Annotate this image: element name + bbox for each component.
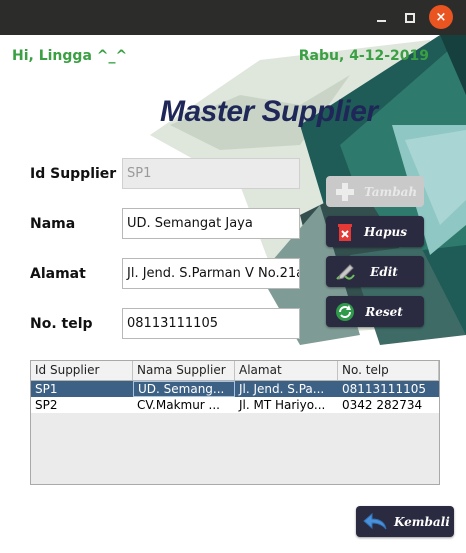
column-header[interactable]: No. telp (338, 361, 439, 380)
close-icon[interactable]: × (429, 5, 453, 29)
kembali-button[interactable]: Kembali (356, 506, 454, 537)
column-header[interactable]: Alamat (235, 361, 338, 380)
tambah-label: Tambah (364, 184, 418, 199)
table-cell: SP1 (35, 382, 58, 396)
pencil-icon (334, 261, 356, 283)
hapus-button[interactable]: Hapus (326, 216, 424, 247)
minimize-icon[interactable] (369, 6, 393, 30)
id-supplier-label: Id Supplier (30, 166, 117, 182)
table-row[interactable]: SP1 UD. Semang... Jl. Jend. S.Pa... 0811… (31, 381, 439, 397)
table-cell: 08113111105 (342, 382, 426, 396)
maximize-icon[interactable] (398, 6, 422, 30)
telp-field[interactable]: 08113111105 (122, 308, 300, 339)
refresh-icon (334, 301, 356, 323)
supplier-table[interactable]: Id Supplier Nama Supplier Alamat No. tel… (30, 360, 440, 485)
table-cell: Jl. MT Hariyo... (239, 398, 326, 412)
id-supplier-field: SP1 (122, 158, 300, 189)
tambah-button[interactable]: Tambah (326, 176, 424, 207)
alamat-label: Alamat (30, 266, 86, 282)
nama-label: Nama (30, 216, 76, 232)
column-header[interactable]: Nama Supplier (133, 361, 235, 380)
table-cell: UD. Semang... (133, 381, 235, 397)
alamat-field[interactable]: Jl. Jend. S.Parman V No.21a (122, 258, 300, 289)
table-header: Id Supplier Nama Supplier Alamat No. tel… (31, 361, 439, 381)
reset-button[interactable]: Reset (326, 296, 424, 327)
table-cell: Jl. Jend. S.Pa... (239, 382, 325, 396)
telp-label: No. telp (30, 316, 93, 332)
table-row[interactable]: SP2 CV.Makmur ... Jl. MT Hariyo... 0342 … (31, 397, 439, 413)
table-cell: CV.Makmur ... (137, 398, 220, 412)
table-cell: SP2 (35, 398, 58, 412)
back-arrow-icon (362, 511, 388, 533)
trash-icon (334, 221, 356, 243)
date-text: Rabu, 4-12-2019 (298, 48, 429, 64)
main-panel: Hi, Lingga ^_^ Rabu, 4-12-2019 Master Su… (0, 35, 466, 553)
nama-field[interactable]: UD. Semangat Jaya (122, 208, 300, 239)
page-title: Master Supplier (160, 95, 378, 128)
greeting-text: Hi, Lingga ^_^ (12, 48, 128, 64)
reset-label: Reset (365, 304, 403, 319)
edit-label: Edit (370, 264, 398, 279)
table-cell: 0342 282734 (342, 398, 423, 412)
column-header[interactable]: Id Supplier (31, 361, 133, 380)
hapus-label: Hapus (364, 224, 407, 239)
window-titlebar: × (0, 0, 466, 35)
kembali-label: Kembali (394, 514, 450, 529)
plus-icon (334, 181, 356, 203)
edit-button[interactable]: Edit (326, 256, 424, 287)
